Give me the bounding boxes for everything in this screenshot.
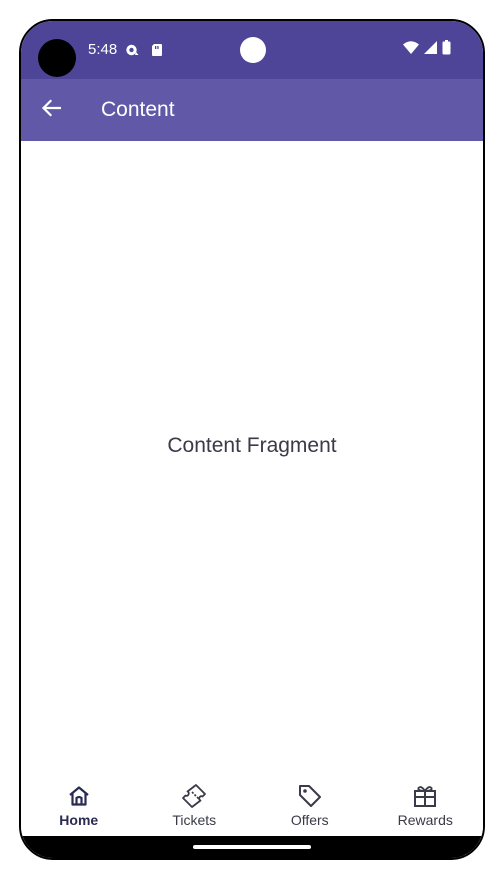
content-fragment-text: Content Fragment	[167, 434, 337, 457]
home-gesture-handle[interactable]	[193, 845, 311, 849]
wifi-icon	[403, 41, 419, 59]
back-button[interactable]	[35, 94, 67, 126]
battery-icon	[442, 40, 451, 60]
nav-item-home[interactable]: Home	[21, 774, 137, 836]
sd-card-icon	[151, 43, 165, 57]
arrow-left-icon	[41, 98, 62, 122]
app-bar: Content	[21, 79, 483, 141]
nav-item-tickets[interactable]: Tickets	[137, 774, 253, 836]
cellular-signal-icon	[424, 41, 437, 59]
nav-item-rewards[interactable]: Rewards	[368, 774, 484, 836]
camera-cutout	[38, 39, 76, 77]
system-navigation-bar	[21, 836, 483, 858]
nav-label-home: Home	[59, 812, 99, 828]
nav-item-offers[interactable]: Offers	[252, 774, 368, 836]
nav-label-rewards: Rewards	[397, 812, 453, 828]
gift-icon	[412, 783, 438, 809]
status-time: 5:48	[88, 41, 118, 58]
sync-icon	[125, 43, 139, 57]
page-title: Content	[101, 98, 175, 121]
bottom-navigation: Home Tickets Offers Rewards	[21, 774, 483, 836]
status-icons-right	[403, 40, 451, 60]
ticket-icon	[181, 783, 207, 809]
home-icon	[66, 783, 92, 809]
nav-label-tickets: Tickets	[172, 812, 217, 828]
device-frame: 5:48 Content Content Fragment Home Ticke…	[19, 19, 485, 860]
tag-icon	[297, 783, 323, 809]
front-sensor-dot	[240, 37, 266, 63]
status-bar: 5:48	[21, 21, 483, 79]
nav-label-offers: Offers	[290, 812, 329, 828]
content-area: Content Fragment	[21, 141, 483, 774]
